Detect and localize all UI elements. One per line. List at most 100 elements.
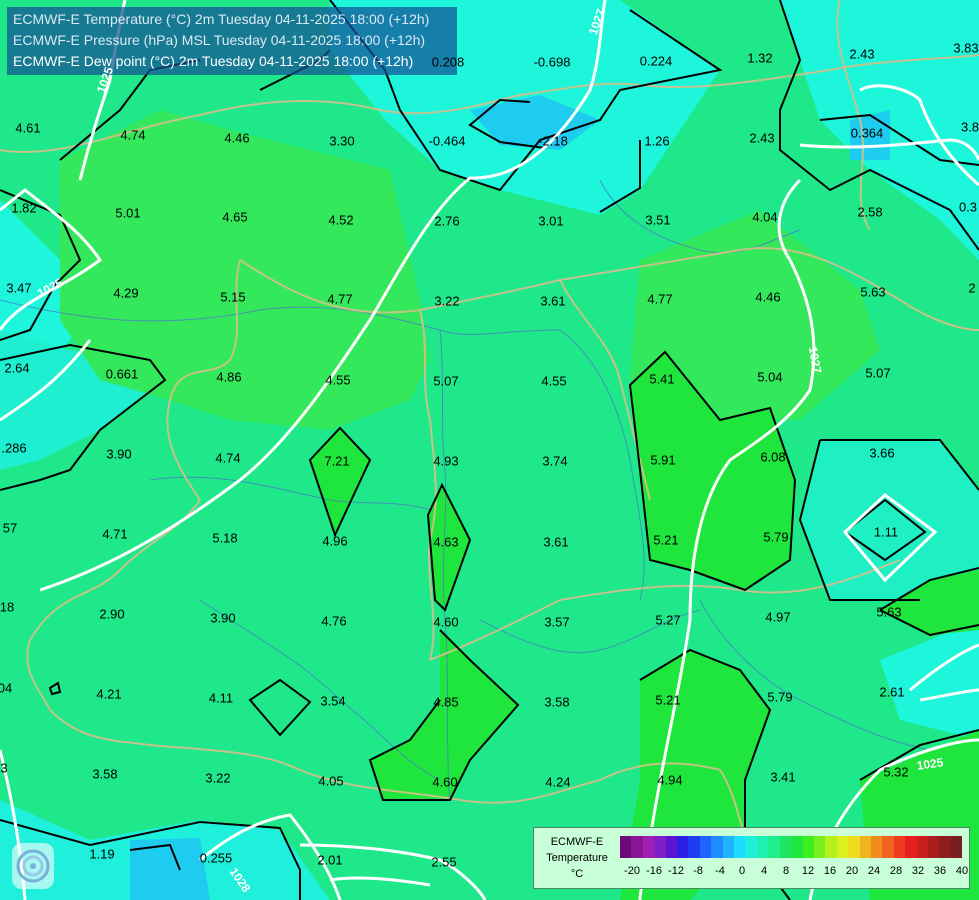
- legend-ticks: -20 -16 -12 -8 -4 0 4 8 12 16 20 24 28 32 36 40: [620, 865, 968, 879]
- value-label: 3.74: [542, 453, 568, 469]
- temperature-legend: ECMWF-E Temperature °C -20 -16 -12 -8 -4 0 4 8 1…: [533, 827, 970, 889]
- value-label: 2.90: [99, 606, 125, 622]
- value-label: 3.66: [869, 445, 895, 461]
- value-label: -0.464: [428, 133, 466, 149]
- legend-tick: 40: [955, 865, 969, 877]
- legend-tick: -8: [693, 865, 703, 877]
- value-label: 4.55: [325, 372, 351, 388]
- legend-swatch: [939, 836, 951, 858]
- legend-tick: 16: [823, 865, 837, 877]
- value-label: 57: [2, 520, 18, 536]
- value-label: 3.90: [210, 610, 236, 626]
- legend-swatch: [927, 836, 940, 858]
- value-label: 6.08: [760, 449, 786, 465]
- value-label: 2.43: [749, 130, 775, 146]
- value-label: 0.224: [639, 53, 673, 69]
- legend-swatch: [836, 836, 849, 858]
- value-label: 4.11: [208, 690, 234, 706]
- value-label: 3.90: [106, 446, 132, 462]
- title-box: ECMWF-E Temperature (°C) 2m Tuesday 04-1…: [7, 7, 457, 75]
- value-label: 0.3: [958, 199, 978, 215]
- value-label: 3.58: [92, 766, 118, 782]
- value-label: 5.07: [865, 365, 891, 381]
- value-label: 18: [0, 599, 15, 615]
- legend-swatch: [825, 836, 837, 858]
- value-label: 5.15: [220, 289, 246, 305]
- value-label: 4.21: [96, 686, 122, 702]
- value-label: 7.21: [324, 453, 350, 469]
- value-label: 3: [0, 760, 8, 776]
- value-label: 4.94: [657, 772, 683, 788]
- value-label: 3.83: [953, 40, 979, 56]
- legend-swatch: [654, 836, 666, 858]
- value-label: 4.97: [765, 609, 791, 625]
- value-label: 5.07: [433, 373, 459, 389]
- value-label: 2.64: [4, 360, 30, 376]
- value-label: 4.96: [322, 533, 348, 549]
- value-label: -0.698: [533, 54, 571, 70]
- value-label: 4.74: [120, 127, 146, 143]
- value-label: 3.22: [205, 770, 231, 786]
- legend-title-line: ECMWF-E: [550, 836, 604, 848]
- legend-swatch: [882, 836, 894, 858]
- legend-swatch: [699, 836, 712, 858]
- legend-tick: 8: [782, 865, 790, 877]
- legend-tick: 24: [867, 865, 881, 877]
- value-label: 2.01: [317, 852, 343, 868]
- value-label: 4.71: [102, 526, 128, 542]
- value-label: 5.79: [767, 689, 793, 705]
- legend-swatch: [791, 836, 803, 858]
- weather-map: ECMWF-E Temperature (°C) 2m Tuesday 04-1…: [0, 0, 979, 900]
- value-label: 4.29: [113, 285, 139, 301]
- legend-title: ECMWF-E Temperature °C: [538, 834, 616, 882]
- value-label: 4.65: [222, 209, 248, 225]
- legend-swatch: [756, 836, 769, 858]
- value-label: 1.32: [747, 50, 773, 66]
- value-label: 0.208: [431, 54, 465, 70]
- legend-title-line: °C: [570, 868, 584, 880]
- legend-swatch: [734, 836, 746, 858]
- provider-logo: [12, 843, 54, 889]
- value-label: 4.77: [327, 291, 353, 307]
- legend-tick: -16: [646, 865, 662, 877]
- value-label: 4.60: [432, 774, 458, 790]
- value-label: 3.8: [960, 119, 979, 135]
- value-label: -2.18: [538, 133, 568, 149]
- value-label: 2.43: [849, 46, 875, 62]
- value-label: 4.85: [433, 694, 459, 710]
- value-label: 5.21: [655, 692, 681, 708]
- value-label: 4.63: [433, 534, 459, 550]
- legend-tick: 36: [933, 865, 947, 877]
- value-label: 5.27: [655, 612, 681, 628]
- value-label: 3.22: [434, 293, 460, 309]
- value-label: 2.58: [857, 204, 883, 220]
- value-label: 3.57: [544, 614, 570, 630]
- legend-swatch: [950, 836, 963, 858]
- value-label: 04: [0, 680, 13, 696]
- value-label: 4.55: [541, 373, 567, 389]
- value-label: 3.61: [543, 534, 569, 550]
- value-label: 3.61: [540, 293, 566, 309]
- legend-swatch: [677, 836, 689, 858]
- value-label: 5.01: [115, 205, 141, 221]
- value-label: 3.41: [770, 769, 796, 785]
- legend-swatch: [665, 836, 678, 858]
- value-label: 5.21: [653, 532, 679, 548]
- value-label: 3.54: [320, 693, 346, 709]
- legend-tick: 0: [738, 865, 746, 877]
- legend-tick: 20: [845, 865, 859, 877]
- value-label: 4.60: [433, 614, 459, 630]
- value-label: 4.74: [215, 450, 241, 466]
- value-label: 3.30: [329, 133, 355, 149]
- legend-swatch: [711, 836, 723, 858]
- legend-swatch: [768, 836, 780, 858]
- value-label: 1.11: [873, 524, 899, 540]
- value-label: 3.51: [645, 212, 671, 228]
- value-label: 5.63: [876, 604, 902, 620]
- value-label: 5.18: [212, 530, 238, 546]
- value-label: 3.01: [538, 213, 564, 229]
- value-label: 4.86: [216, 369, 242, 385]
- legend-swatch: [905, 836, 917, 858]
- legend-swatch: [779, 836, 792, 858]
- legend-swatch: [870, 836, 883, 858]
